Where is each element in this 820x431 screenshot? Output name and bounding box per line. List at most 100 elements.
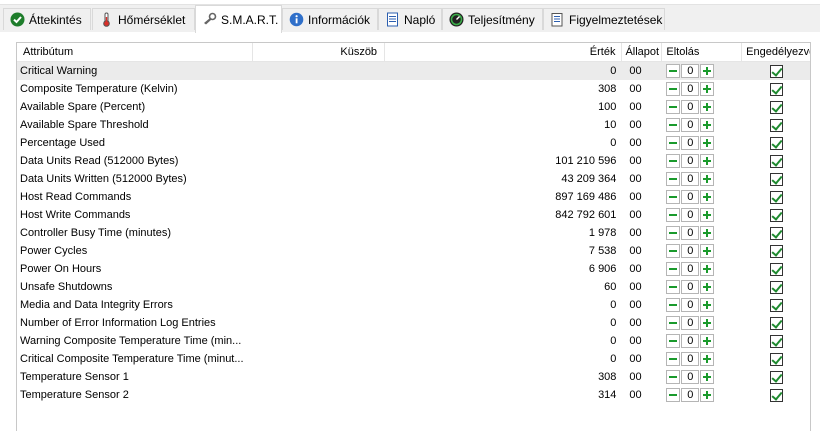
offset-increase-button[interactable] bbox=[700, 316, 715, 330]
table-row[interactable]: Power On Hours 6 906 00 0 bbox=[17, 260, 810, 278]
enabled-checkbox[interactable] bbox=[769, 352, 783, 366]
offset-value[interactable]: 0 bbox=[681, 208, 700, 222]
column-header-threshold[interactable]: Küszöb bbox=[253, 43, 386, 61]
enabled-checkbox[interactable] bbox=[769, 136, 783, 150]
offset-value[interactable]: 0 bbox=[681, 136, 700, 150]
offset-increase-button[interactable] bbox=[700, 244, 715, 258]
offset-value[interactable]: 0 bbox=[681, 262, 700, 276]
offset-value[interactable]: 0 bbox=[681, 64, 700, 78]
offset-value[interactable]: 0 bbox=[681, 298, 700, 312]
offset-decrease-button[interactable] bbox=[666, 208, 681, 222]
offset-value[interactable]: 0 bbox=[681, 316, 700, 330]
offset-decrease-button[interactable] bbox=[666, 136, 681, 150]
enabled-checkbox[interactable] bbox=[769, 334, 783, 348]
offset-decrease-button[interactable] bbox=[666, 370, 681, 384]
enabled-checkbox[interactable] bbox=[769, 316, 783, 330]
offset-decrease-button[interactable] bbox=[666, 172, 681, 186]
offset-value[interactable]: 0 bbox=[681, 190, 700, 204]
offset-value[interactable]: 0 bbox=[681, 370, 700, 384]
offset-increase-button[interactable] bbox=[700, 172, 715, 186]
offset-increase-button[interactable] bbox=[700, 226, 715, 240]
offset-increase-button[interactable] bbox=[700, 388, 715, 402]
offset-increase-button[interactable] bbox=[700, 370, 715, 384]
enabled-checkbox[interactable] bbox=[769, 298, 783, 312]
offset-decrease-button[interactable] bbox=[666, 118, 681, 132]
offset-decrease-button[interactable] bbox=[666, 100, 681, 114]
offset-decrease-button[interactable] bbox=[666, 262, 681, 276]
offset-increase-button[interactable] bbox=[700, 190, 715, 204]
offset-value[interactable]: 0 bbox=[681, 226, 700, 240]
offset-value[interactable]: 0 bbox=[681, 352, 700, 366]
enabled-checkbox[interactable] bbox=[769, 244, 783, 258]
offset-decrease-button[interactable] bbox=[666, 298, 681, 312]
offset-increase-button[interactable] bbox=[700, 64, 715, 78]
offset-increase-button[interactable] bbox=[700, 334, 715, 348]
enabled-checkbox[interactable] bbox=[769, 262, 783, 276]
offset-value[interactable]: 0 bbox=[681, 118, 700, 132]
offset-increase-button[interactable] bbox=[700, 82, 715, 96]
table-row[interactable]: Host Write Commands 842 792 601 00 0 bbox=[17, 206, 810, 224]
offset-value[interactable]: 0 bbox=[681, 172, 700, 186]
enabled-checkbox[interactable] bbox=[769, 190, 783, 204]
table-row[interactable]: Critical Warning 0 00 0 bbox=[17, 62, 810, 80]
tab-homerseklet[interactable]: Hőmérséklet bbox=[92, 8, 195, 30]
offset-value[interactable]: 0 bbox=[681, 334, 700, 348]
table-row[interactable]: Data Units Read (512000 Bytes) 101 210 59… bbox=[17, 152, 810, 170]
tab-figyelmeztetesek[interactable]: Figyelmeztetések bbox=[543, 8, 665, 30]
table-row[interactable]: Composite Temperature (Kelvin) 308 00 0 bbox=[17, 80, 810, 98]
enabled-checkbox[interactable] bbox=[769, 226, 783, 240]
offset-decrease-button[interactable] bbox=[666, 190, 681, 204]
offset-increase-button[interactable] bbox=[700, 262, 715, 276]
column-header-offset[interactable]: Eltolás bbox=[662, 43, 743, 61]
offset-value[interactable]: 0 bbox=[681, 100, 700, 114]
tab-smart[interactable]: S.M.A.R.T. bbox=[195, 5, 282, 33]
column-header-value[interactable]: Érték bbox=[385, 43, 623, 61]
offset-increase-button[interactable] bbox=[700, 352, 715, 366]
offset-value[interactable]: 0 bbox=[681, 280, 700, 294]
offset-increase-button[interactable] bbox=[700, 208, 715, 222]
offset-increase-button[interactable] bbox=[700, 280, 715, 294]
offset-decrease-button[interactable] bbox=[666, 154, 681, 168]
table-row[interactable]: Critical Composite Temperature Time (min… bbox=[17, 350, 810, 368]
offset-value[interactable]: 0 bbox=[681, 388, 700, 402]
tab-informaciok[interactable]: Információk bbox=[282, 8, 378, 30]
enabled-checkbox[interactable] bbox=[769, 118, 783, 132]
table-row[interactable]: Percentage Used 0 00 0 bbox=[17, 134, 810, 152]
enabled-checkbox[interactable] bbox=[769, 154, 783, 168]
table-row[interactable]: Media and Data Integrity Errors 0 00 0 bbox=[17, 296, 810, 314]
enabled-checkbox[interactable] bbox=[769, 172, 783, 186]
offset-decrease-button[interactable] bbox=[666, 82, 681, 96]
table-row[interactable]: Number of Error Information Log Entries 0… bbox=[17, 314, 810, 332]
offset-increase-button[interactable] bbox=[700, 118, 715, 132]
offset-decrease-button[interactable] bbox=[666, 352, 681, 366]
column-header-attribute[interactable]: Attribútum bbox=[17, 43, 254, 61]
table-row[interactable]: Power Cycles 7 538 00 0 bbox=[17, 242, 810, 260]
offset-increase-button[interactable] bbox=[700, 100, 715, 114]
offset-decrease-button[interactable] bbox=[666, 316, 681, 330]
table-row[interactable]: Temperature Sensor 1 308 00 0 bbox=[17, 368, 810, 386]
enabled-checkbox[interactable] bbox=[769, 64, 783, 78]
offset-value[interactable]: 0 bbox=[681, 82, 700, 96]
enabled-checkbox[interactable] bbox=[769, 388, 783, 402]
enabled-checkbox[interactable] bbox=[769, 280, 783, 294]
offset-decrease-button[interactable] bbox=[666, 64, 681, 78]
smart-attribute-list[interactable]: Attribútum Küszöb Érték Állapot Eltolás … bbox=[16, 42, 811, 431]
offset-decrease-button[interactable] bbox=[666, 388, 681, 402]
offset-decrease-button[interactable] bbox=[666, 280, 681, 294]
offset-increase-button[interactable] bbox=[700, 298, 715, 312]
enabled-checkbox[interactable] bbox=[769, 100, 783, 114]
table-row[interactable]: Data Units Written (512000 Bytes) 43 209 … bbox=[17, 170, 810, 188]
table-row[interactable]: Temperature Sensor 2 314 00 0 bbox=[17, 386, 810, 404]
enabled-checkbox[interactable] bbox=[769, 82, 783, 96]
column-header-enabled[interactable]: Engedélyezve bbox=[742, 43, 810, 61]
table-row[interactable]: Warning Composite Temperature Time (min.… bbox=[17, 332, 810, 350]
tab-teljesitmeny[interactable]: Teljesítmény bbox=[442, 8, 543, 30]
column-header-status[interactable]: Állapot bbox=[622, 43, 663, 61]
table-row[interactable]: Host Read Commands 897 169 486 00 0 bbox=[17, 188, 810, 206]
offset-increase-button[interactable] bbox=[700, 136, 715, 150]
table-row[interactable]: Unsafe Shutdowns 60 00 0 bbox=[17, 278, 810, 296]
tab-naplo[interactable]: Napló bbox=[378, 8, 442, 30]
table-row[interactable]: Available Spare Threshold 10 00 0 bbox=[17, 116, 810, 134]
offset-value[interactable]: 0 bbox=[681, 244, 700, 258]
enabled-checkbox[interactable] bbox=[769, 370, 783, 384]
